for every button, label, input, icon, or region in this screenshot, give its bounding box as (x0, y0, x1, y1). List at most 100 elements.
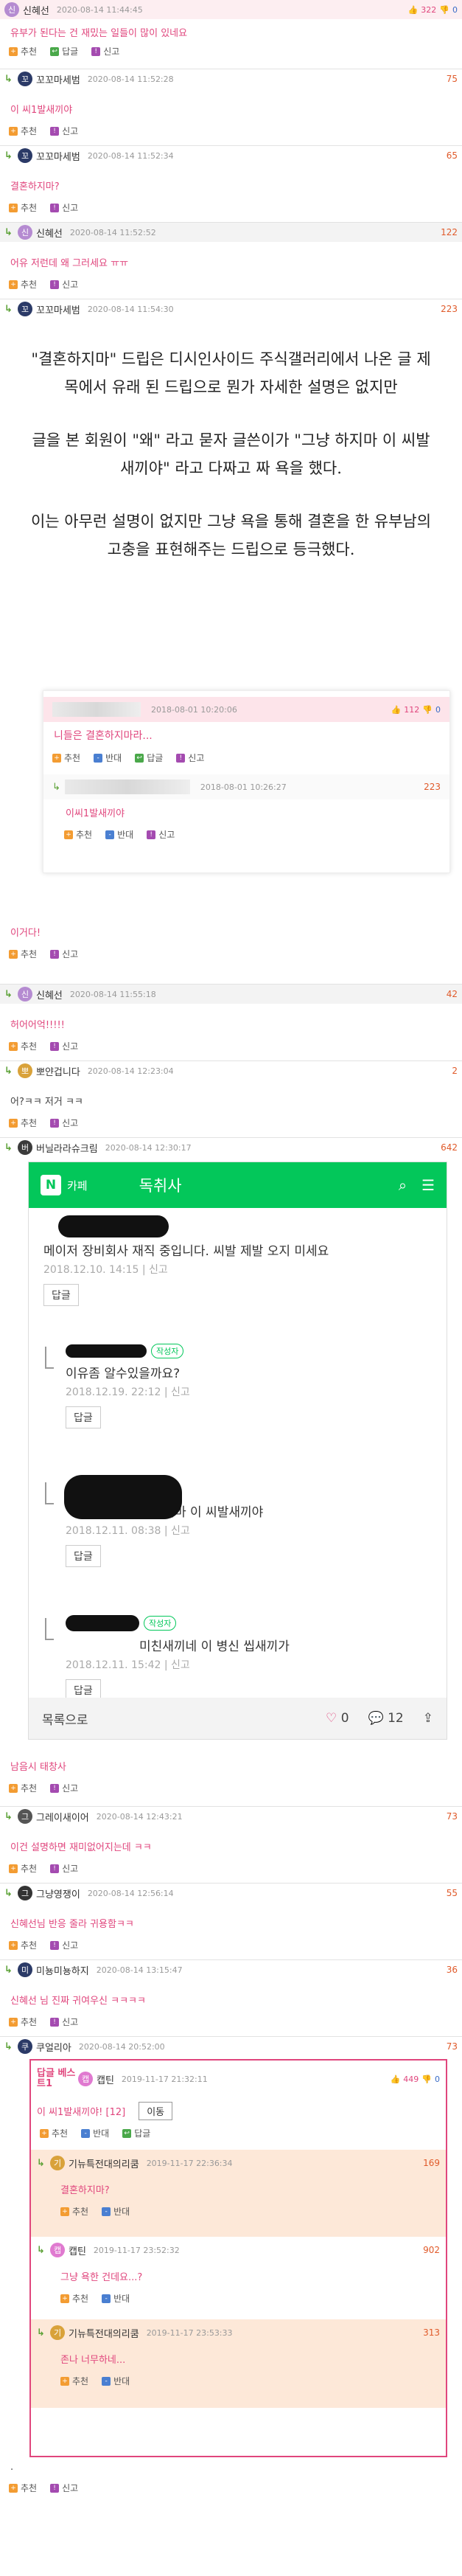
report-button[interactable]: ! 신고 (50, 1939, 78, 1951)
oppose-icon: - (102, 2376, 111, 2386)
nickname[interactable]: 그냥영쟁이 (36, 1886, 80, 1900)
nickname: 기뉴특전대의리쿰 (69, 2328, 139, 2340)
reply-button[interactable]: ↩ 답글 (50, 45, 78, 58)
report-button[interactable]: ! 신고 (50, 201, 78, 214)
reply-arrow-icon: ↳ (4, 2041, 13, 2052)
report-icon: ! (147, 830, 156, 839)
report-button[interactable]: ! 신고 (50, 948, 78, 960)
comment-8: ↳ 버 버닐라라슈크림 2020-08-14 12:30:17 642 N 카페… (0, 1138, 462, 1807)
avatar: 신 (18, 987, 32, 1001)
avatar: 캡 (50, 2243, 65, 2257)
recommend-button[interactable]: + 추천 (9, 1862, 37, 1875)
avatar: 신 (4, 2, 19, 17)
recommend-count: 902 (423, 2245, 440, 2255)
reply-label: 답글 (62, 46, 79, 57)
vote-counts: 👍 112 👎 0 (391, 705, 441, 715)
reply-icon: ↩ (50, 46, 60, 56)
nickname[interactable]: 신혜선 (23, 3, 49, 17)
recommend-icon: + (64, 830, 73, 839)
comment-actions: + 추천 ! 신고 (0, 1933, 462, 1957)
vote-counts: 73 (447, 2041, 458, 2052)
reply-text: 답글 (134, 2128, 151, 2139)
recommend-count: 73 (446, 2041, 458, 2052)
recommend-button[interactable]: + 추천 (9, 2016, 37, 2028)
comment-header: ↳ 미 미뇽미뇽하지 2020-08-14 13:15:47 36 (0, 1960, 462, 1979)
nickname: 캡틴 (69, 2246, 86, 2257)
recommend-icon: + (9, 1783, 18, 1793)
comment-header: ↳ 꼬 꼬꼬마세범 2020-08-14 11:54:30 223 (0, 299, 462, 319)
nickname[interactable]: 신혜선 (36, 987, 63, 1001)
comment-header: ↳ 쿠 쿠얼리아 2020-08-14 20:52:00 73 (0, 2037, 462, 2056)
report-button[interactable]: ! 신고 (91, 45, 119, 58)
recommend-icon: + (9, 126, 18, 136)
nickname[interactable]: 꼬꼬마세범 (36, 72, 80, 86)
report-icon: ! (91, 46, 101, 56)
recommend-button[interactable]: + 추천 (9, 1040, 37, 1052)
recommend-icon: + (9, 949, 18, 959)
recommend-button[interactable]: + 추천 (9, 948, 37, 960)
cafe-comment-text: 이유좀 알수있을까요? (66, 1367, 181, 1381)
recommend-button[interactable]: + 추천 (9, 1782, 37, 1794)
recommend-button[interactable]: + 추천 (9, 201, 37, 214)
recommend-text: 추천 (52, 2128, 69, 2139)
report-button[interactable]: ! 신고 (50, 2016, 78, 2028)
nickname[interactable]: 꼬꼬마세범 (36, 149, 80, 163)
timestamp: 2020-08-14 11:44:45 (56, 4, 143, 15)
best-reply-screenshot: 답글 베스트1 캡 캡틴 2019-11-17 21:32:11 👍 449 👎 0 … (29, 2059, 447, 2457)
quoted-header-1: 2018-08-01 10:20:06 👍 112 👎 0 (43, 697, 449, 722)
nickname[interactable]: 신혜선 (36, 226, 63, 240)
report-button[interactable]: ! 신고 (50, 1862, 78, 1875)
up-count: 449 (403, 2074, 419, 2084)
cafe-comment-meta: 2018.12.11. 15:42 | 신고 (66, 1659, 190, 1671)
report-button[interactable]: ! 신고 (50, 125, 78, 137)
nickname[interactable]: 뽀얀겁니다 (36, 1064, 80, 1078)
best-body-row: 이 씨1발새끼야! [12] 이동 (31, 2097, 446, 2124)
comment-body: 신혜선 님 진짜 귀여우신 ㅋㅋㅋㅋ (10, 1996, 146, 2007)
recommend-count: 55 (446, 1888, 458, 1898)
nickname[interactable]: 꼬꼬마세범 (36, 302, 80, 316)
avatar: 기 (50, 2156, 65, 2170)
oppose-icon: - (102, 2207, 111, 2216)
nickname[interactable]: 쿠얼리아 (36, 2040, 71, 2054)
report-label: 신고 (62, 949, 79, 959)
recommend-button[interactable]: + 추천 (9, 1939, 37, 1951)
report-button[interactable]: ! 신고 (50, 1117, 78, 1129)
timestamp: 2019-11-17 22:36:34 (146, 2158, 233, 2168)
avatar: 꼬 (18, 302, 32, 316)
report-button[interactable]: ! 신고 (50, 1040, 78, 1052)
best-badge: 답글 베스트1 (37, 2068, 76, 2089)
nickname[interactable]: 미뇽미뇽하지 (36, 1963, 89, 1977)
recommend-label: + 추천 (40, 2127, 68, 2139)
recommend-button[interactable]: + 추천 (9, 125, 37, 137)
cafe-comment-meta: 2018.12.11. 08:38 | 신고 (66, 1525, 190, 1537)
nickname: 기뉴특전대의리쿰 (69, 2159, 139, 2170)
thumbs-down-icon: 👎 (421, 2074, 432, 2084)
recommend-count: 42 (446, 989, 458, 999)
recommend-icon: + (9, 1118, 18, 1128)
sub-header: ↳ 기 기뉴특전대의리쿰 2019-11-17 22:36:34 169 (31, 2150, 446, 2176)
thumbs-down-icon[interactable]: 👎 (439, 5, 449, 15)
report-label: 신고 (62, 1041, 79, 1052)
nickname[interactable]: 그레이새이어 (36, 1810, 89, 1824)
report-button[interactable]: ! 신고 (50, 2482, 78, 2494)
report-label: 신고 (62, 203, 79, 213)
report-button[interactable]: ! 신고 (50, 1782, 78, 1794)
nickname[interactable]: 버닐라라슈크림 (36, 1141, 98, 1155)
oppose-icon: - (94, 753, 103, 763)
report-button[interactable]: ! 신고 (50, 278, 78, 291)
oppose-label: - 반대 (81, 2127, 109, 2139)
cafe-comment-meta: 2018.12.19. 22:12 | 신고 (66, 1386, 190, 1398)
recommend-button[interactable]: + 추천 (9, 45, 37, 58)
comment-1: 신 신혜선 2020-08-14 11:44:45 👍 322 👎 0 유부가 된다… (0, 0, 462, 69)
comment-body: 신혜선님 반응 줄라 귀용함ㅋㅋ (10, 1919, 134, 1930)
recommend-button[interactable]: + 추천 (9, 1117, 37, 1129)
thumbs-up-icon[interactable]: 👍 (408, 5, 419, 15)
vote-counts: 902 (423, 2245, 440, 2255)
report-label: 신고 (62, 1864, 79, 1874)
recommend-button[interactable]: + 추천 (9, 2482, 37, 2494)
redacted-nickname (66, 1344, 147, 1358)
cafe-footer-icons: ♡ 0 💬 12 ⇪ (326, 1711, 433, 1726)
recommend-button[interactable]: + 추천 (9, 278, 37, 291)
explanation-paragraph-2: 글을 본 회원이 "왜" 라고 묻자 글쓴이가 "그냥 하지마 이 씨발새끼야"… (32, 431, 430, 477)
redacted-nickname (66, 1615, 139, 1631)
